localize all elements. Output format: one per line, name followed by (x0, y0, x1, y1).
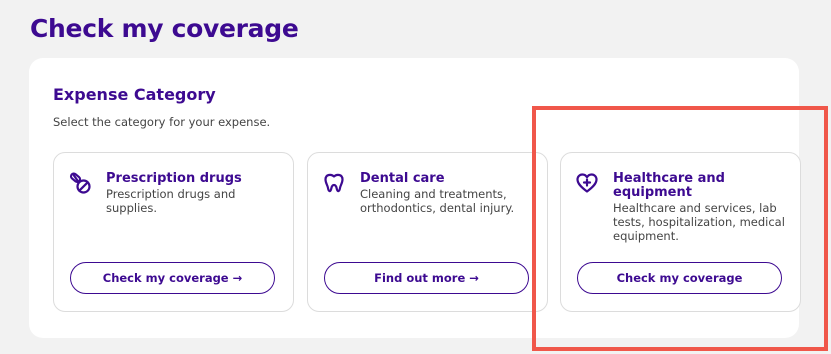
check-coverage-healthcare-button[interactable]: Check my coverage (577, 262, 782, 294)
card-dental-care: Dental care Cleaning and treatments, ort… (307, 152, 548, 312)
heart-plus-icon (575, 171, 599, 195)
card-title: Dental care (360, 171, 445, 186)
section-subtitle: Select the category for your expense. (53, 115, 271, 129)
card-description: Prescription drugs and supplies. (106, 187, 236, 215)
card-healthcare-equipment: Healthcare and equipment Healthcare and … (560, 152, 801, 312)
card-description: Cleaning and treatments, orthodontics, d… (360, 187, 515, 215)
check-coverage-prescription-button[interactable]: Check my coverage → (70, 262, 275, 294)
pill-icon (68, 171, 92, 195)
card-description: Healthcare and services, lab tests, hosp… (613, 201, 785, 243)
card-prescription-drugs: Prescription drugs Prescription drugs an… (53, 152, 294, 312)
find-out-more-dental-button[interactable]: Find out more → (324, 262, 529, 294)
card-title: Prescription drugs (106, 171, 242, 186)
tooth-icon (322, 171, 346, 195)
expense-category-panel: Expense Category Select the category for… (29, 58, 801, 338)
page-title: Check my coverage (30, 14, 299, 43)
section-title: Expense Category (53, 85, 216, 104)
card-title: Healthcare and equipment (613, 171, 725, 200)
